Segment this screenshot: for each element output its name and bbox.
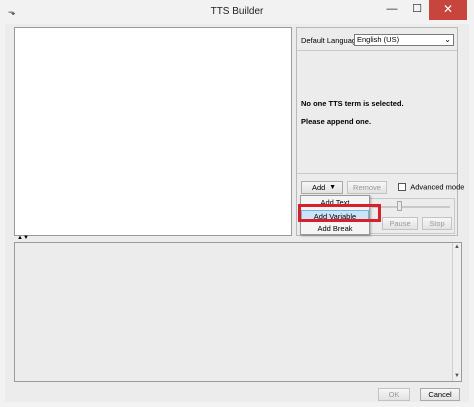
close-button[interactable]: ✕ [429, 0, 467, 20]
add-dropdown-button[interactable]: Add ▼ [301, 181, 343, 194]
ok-button[interactable]: OK [378, 388, 410, 401]
term-info-panel: No one TTS term is selected. Please appe… [297, 50, 457, 174]
maximize-button[interactable]: ☐ [405, 0, 429, 20]
tts-builder-window: ⬎ TTS Builder — ☐ ✕ Default Language: En… [0, 0, 474, 407]
advanced-mode-toggle[interactable]: Advanced mode [398, 182, 464, 191]
tts-term-editor[interactable] [14, 27, 292, 236]
client-area: Default Language: English (US) ⌄ No one … [10, 24, 464, 402]
no-term-message: No one TTS term is selected. [301, 99, 404, 108]
menu-item-add-break[interactable]: Add Break [301, 223, 369, 235]
minimize-button[interactable]: — [381, 0, 403, 20]
preview-panel: ▲ ▼ [14, 242, 462, 382]
add-button-label: Add [312, 183, 326, 192]
chevron-down-icon: ⌄ [444, 35, 451, 44]
annotation-highlight-box [298, 204, 381, 222]
language-select-value: English (US) [357, 35, 400, 44]
cancel-button[interactable]: Cancel [420, 388, 460, 401]
remove-button[interactable]: Remove [347, 181, 387, 194]
title-bar: ⬎ TTS Builder — ☐ ✕ [5, 0, 469, 24]
scroll-up-icon[interactable]: ▲ [453, 243, 461, 252]
scroll-down-icon[interactable]: ▼ [453, 372, 461, 381]
vertical-scrollbar[interactable]: ▲ ▼ [452, 243, 461, 381]
advanced-mode-checkbox[interactable] [398, 182, 406, 191]
advanced-mode-label: Advanced mode [410, 182, 465, 192]
language-select[interactable]: English (US) ⌄ [354, 34, 454, 46]
pause-button[interactable]: Pause [382, 217, 418, 230]
playback-slider-thumb[interactable] [397, 201, 402, 211]
splitter-arrows-icon[interactable]: ▲▼ [17, 235, 29, 241]
dropdown-triangle-icon: ▼ [329, 184, 336, 191]
stop-button[interactable]: Stop [422, 217, 452, 230]
append-hint-message: Please append one. [301, 117, 372, 126]
playback-slider-track[interactable] [372, 206, 450, 208]
